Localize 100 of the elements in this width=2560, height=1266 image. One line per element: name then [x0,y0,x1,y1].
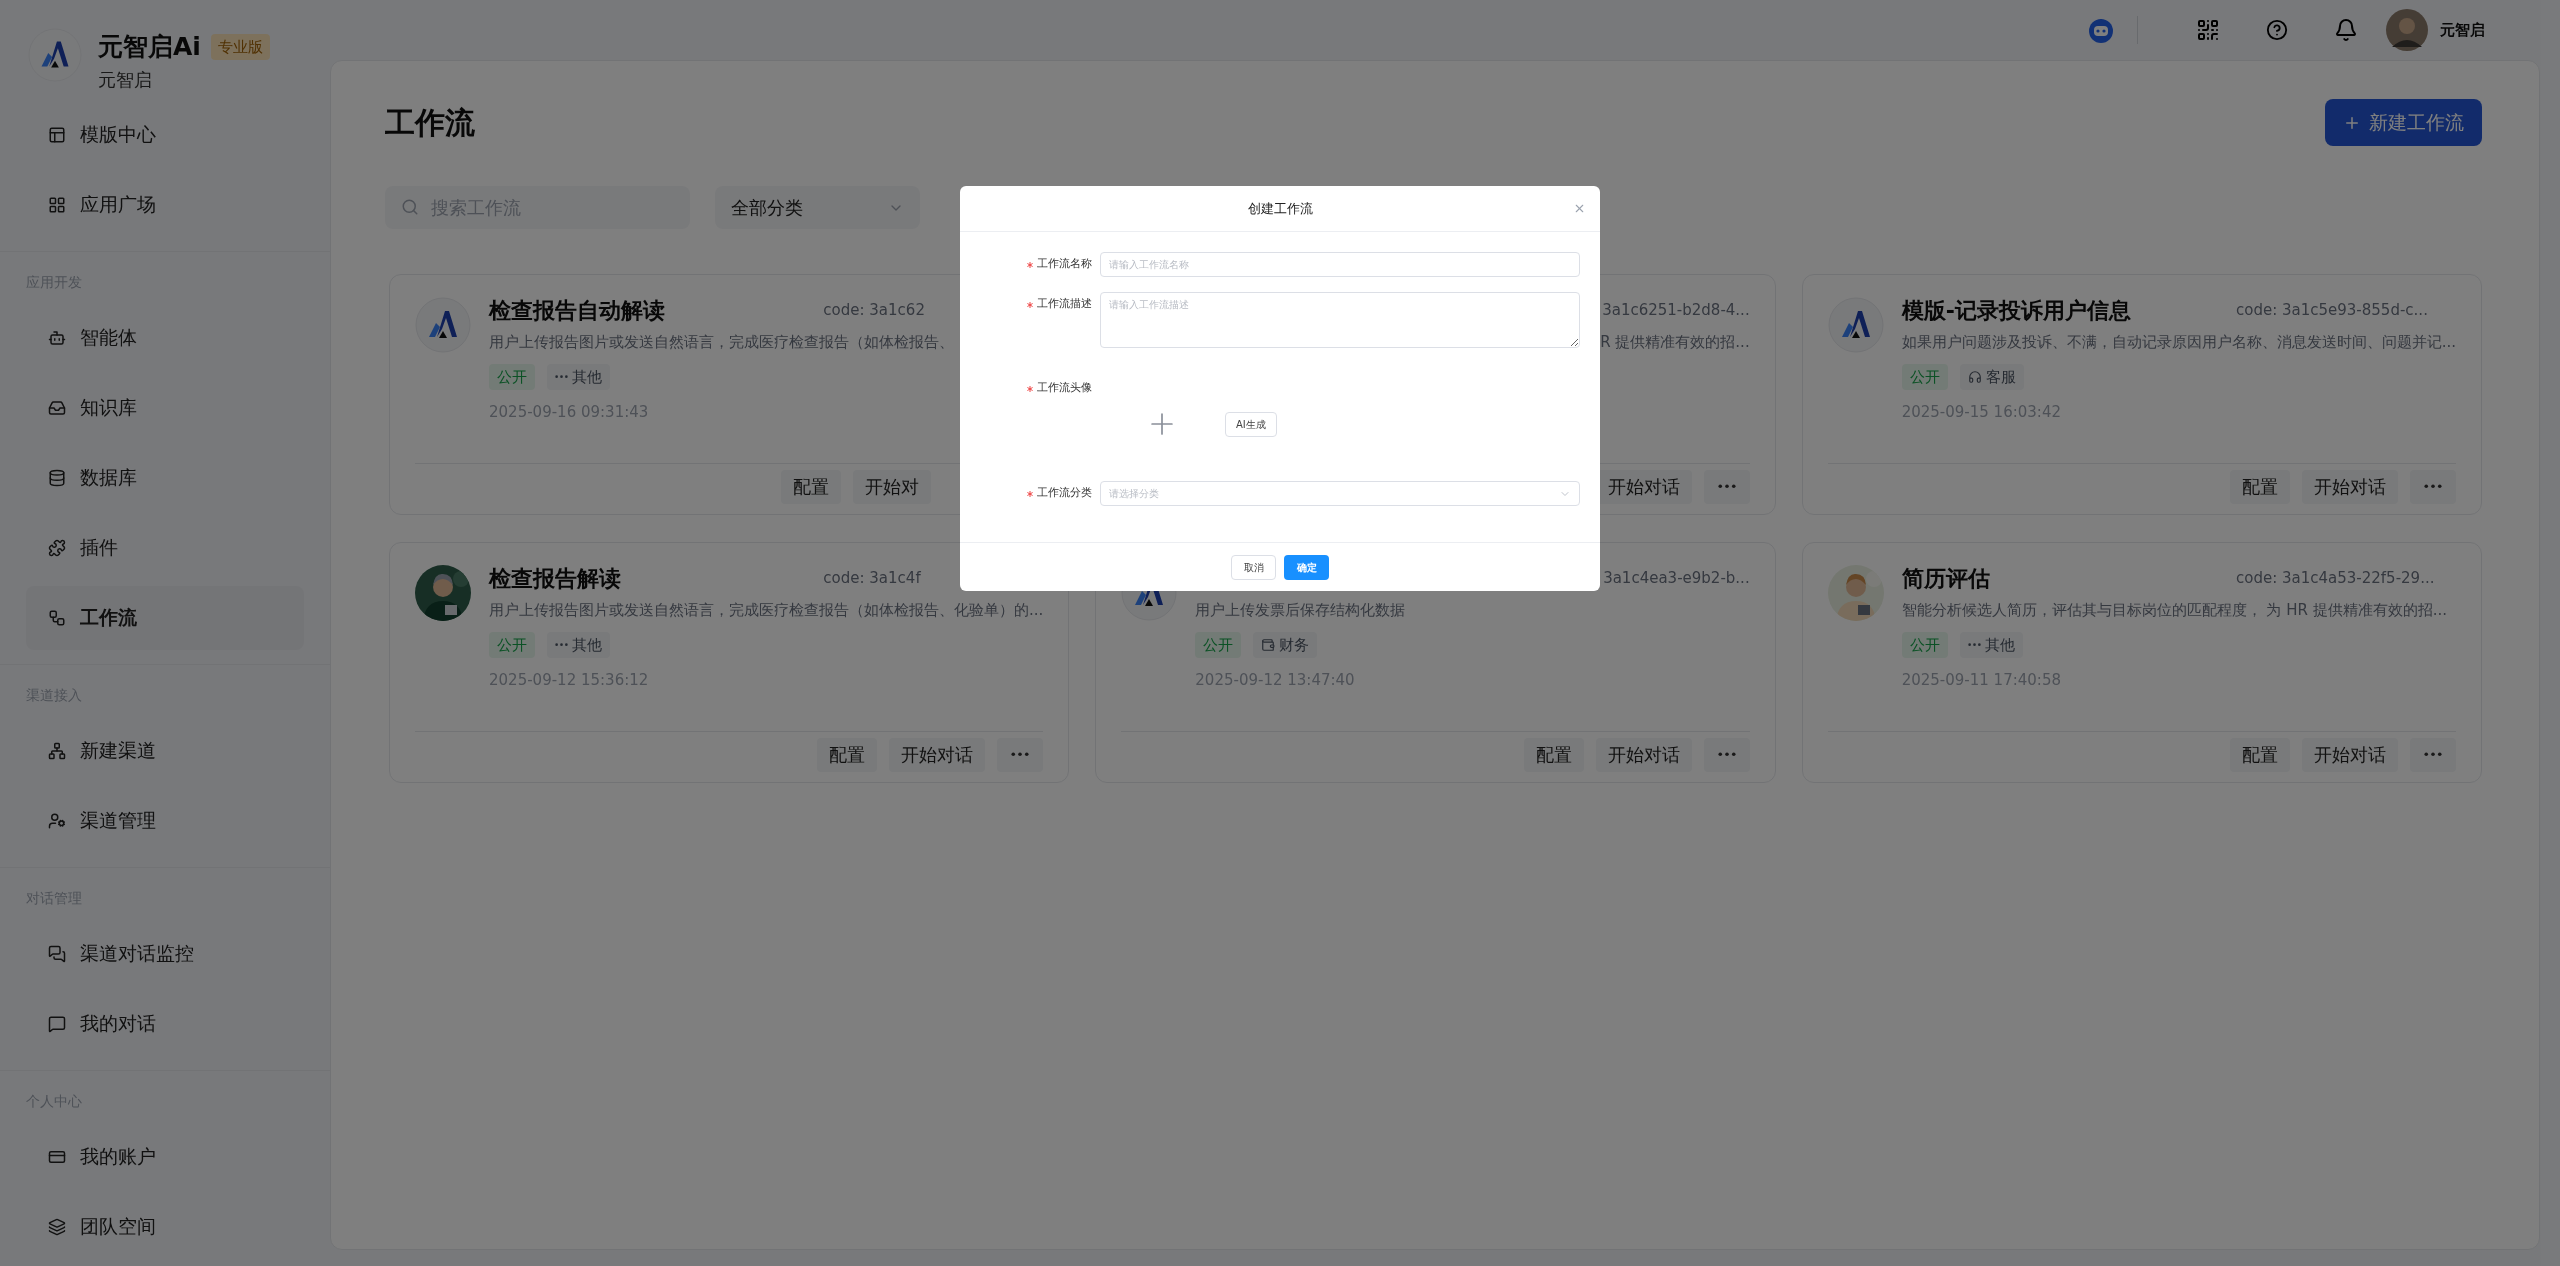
user-gear-icon [48,811,66,830]
config-button[interactable]: 配置 [2230,737,2290,772]
card-description: R 提供精准有效的招... [1600,331,1750,353]
sidebar-item[interactable]: 知识库 [26,375,304,440]
sidebar-item[interactable]: 工作流 [26,585,304,650]
new-workflow-button[interactable]: 新建工作流 [2325,99,2482,146]
chat-icon [48,1014,66,1033]
sidebar-item[interactable]: 我的账户 [26,1124,304,1189]
field-label: 工作流名称 [1037,256,1092,273]
card-code: code: 3a1c5e93-855d-c... [2236,299,2428,321]
sidebar-item[interactable]: 模版中心 [26,102,304,167]
more-button[interactable] [1703,737,1750,772]
ai-generate-button[interactable]: AI生成 [1225,411,1277,437]
category-tag: 其他 [547,632,610,658]
public-tag: 公开 [1901,632,1948,658]
dialog-title: 创建工作流 [1247,199,1313,218]
workflow-icon [48,608,66,627]
more-icon [1717,484,1736,489]
card-description: 用户上传发票后保存结构化数据 [1195,599,1406,621]
field-label: 工作流描述 [1037,296,1092,313]
public-tag: 公开 [489,632,535,658]
config-button[interactable]: 配置 [817,737,878,772]
notification-icon[interactable] [2334,18,2358,42]
bot-icon [48,328,66,347]
card-code: code: 3a1c62 [823,299,925,321]
more-icon [2424,484,2442,489]
card-title: 检查报告解读 [489,565,621,591]
description-input[interactable]: 请输入工作流描述 [1100,292,1580,348]
inbox-icon [48,398,66,417]
puzzle-icon [48,538,66,557]
config-button[interactable]: 配置 [781,469,842,504]
category-tag: 其他 [547,364,610,390]
public-tag: 公开 [1195,632,1242,658]
headset-icon [1967,370,1982,384]
card-code: code: 3a1c4a53-22f5-29... [2236,567,2435,589]
cancel-button[interactable]: 取消 [1231,554,1276,580]
card-description: 用户上传报告图片或发送自然语言，完成医疗检查报告（如体检报告、 [489,331,954,353]
field-label: 工作流头像 [1037,380,1092,397]
network-icon [48,741,66,760]
more-button[interactable] [997,737,1044,772]
category-tag: 财务 [1253,632,1318,658]
page-title: 工作流 [385,104,475,142]
card-title: 检查报告自动解读 [489,297,665,323]
config-button[interactable]: 配置 [1523,737,1584,772]
card-description: 智能分析候选人简历，评估其与目标岗位的匹配程度， 为 HR 提供精准有效的招... [1901,599,2447,621]
start-chat-button[interactable]: 开始对话 [2302,469,2398,504]
start-chat-button[interactable]: 开始对 [853,469,932,504]
public-tag: 公开 [489,364,535,390]
category-dropdown[interactable]: 全部分类 [715,186,920,229]
more-button[interactable] [1703,469,1750,504]
edition-badge: 专业版 [210,33,270,60]
close-icon[interactable] [1573,202,1586,215]
sidebar-item[interactable]: 应用广场 [26,172,304,237]
more-icon [1967,643,1981,647]
start-chat-button[interactable]: 开始对话 [2302,737,2398,772]
sidebar-item[interactable]: 插件 [26,515,304,580]
sidebar-item[interactable]: 我的对话 [26,991,304,1056]
database-icon [48,468,66,487]
config-button[interactable]: 配置 [2230,469,2290,504]
sidebar-item[interactable]: 数据库 [26,445,304,510]
user-name: 元智启 [2440,19,2485,41]
chat-icon [48,944,66,963]
more-icon [1011,752,1030,757]
grid-icon [48,195,66,214]
confirm-button[interactable]: 确定 [1284,554,1329,580]
wallet-icon [1261,638,1276,652]
more-icon [555,643,568,647]
logo-icon [28,28,82,82]
help-icon[interactable] [2266,19,2288,41]
brand-subtitle: 元智启 [98,67,153,92]
start-chat-button[interactable]: 开始对话 [1595,737,1692,772]
sidebar-item[interactable]: 渠道对话监控 [26,921,304,986]
name-input[interactable]: 请输入工作流名称 [1100,252,1580,277]
card-description: 如果用户问题涉及投诉、不满，自动记录原因用户名称、消息发送时间、问题并记... [1901,331,2456,353]
public-tag: 公开 [1901,364,1948,390]
sidebar-item[interactable]: 新建渠道 [26,718,304,783]
card-code: 3a1c6251-b2d8-4... [1602,299,1750,321]
card-description: 用户上传报告图片或发送自然语言，完成医疗检查报告（如体检报告、化验单）的... [489,599,1044,621]
card-code: code: 3a1c4f [823,567,921,589]
layout-icon [48,125,66,144]
card-title: 简历评估 [1901,565,1990,591]
robot-icon[interactable] [2087,16,2115,44]
more-button[interactable] [2410,469,2456,504]
layers-icon [48,1217,66,1236]
more-icon [1717,752,1736,757]
field-label: 工作流分类 [1037,485,1092,502]
category-tag: 其他 [1959,632,2023,658]
user-avatar[interactable] [2386,9,2428,51]
search-icon [401,198,419,216]
sidebar-item[interactable]: 团队空间 [26,1194,304,1259]
card-code: 3a1c4ea3-e9b2-b... [1603,567,1750,589]
sidebar-item[interactable]: 渠道管理 [26,788,304,853]
more-button[interactable] [2410,737,2456,772]
more-icon [555,375,568,379]
sidebar-item[interactable]: 智能体 [26,305,304,370]
more-icon [2424,752,2442,757]
qr-code-icon[interactable] [2196,18,2220,42]
category-tag: 客服 [1959,364,2024,390]
card-title: 模版-记录投诉用户信息 [1901,297,2131,323]
start-chat-button[interactable]: 开始对话 [889,737,986,772]
